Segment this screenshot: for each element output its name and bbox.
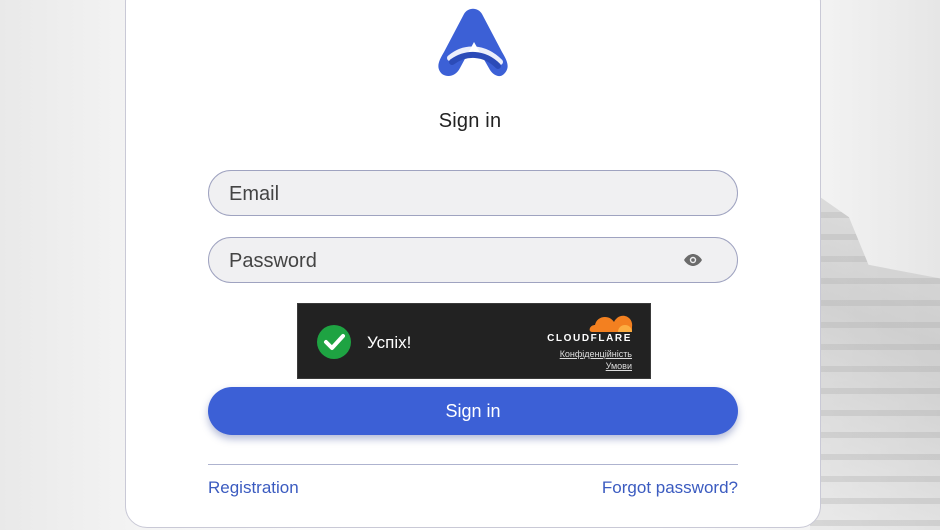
background-building-image	[810, 190, 940, 530]
email-input[interactable]	[227, 171, 671, 217]
eye-icon[interactable]	[683, 253, 703, 267]
cloud-icon	[589, 315, 633, 332]
privacy-link[interactable]: Конфіденційність	[560, 349, 632, 359]
page-title: Sign in	[438, 110, 502, 132]
cloudflare-captcha-widget: Успіх! CLOUDFLARE Конфіденційність Умови	[297, 303, 651, 379]
footer-divider	[208, 464, 738, 465]
forgot-password-link[interactable]: Forgot password?	[602, 478, 738, 498]
password-field-wrapper	[208, 237, 738, 284]
captcha-status-text: Успіх!	[367, 333, 412, 352]
cloudflare-brand-text: CLOUDFLARE	[547, 333, 632, 344]
password-input[interactable]	[227, 238, 671, 284]
app-logo	[438, 8, 508, 77]
email-field-wrapper	[208, 170, 738, 217]
sign-in-button[interactable]: Sign in	[208, 387, 738, 435]
registration-link[interactable]: Registration	[208, 478, 299, 498]
terms-link[interactable]: Умови	[606, 361, 632, 371]
checkmark-icon	[317, 325, 351, 359]
